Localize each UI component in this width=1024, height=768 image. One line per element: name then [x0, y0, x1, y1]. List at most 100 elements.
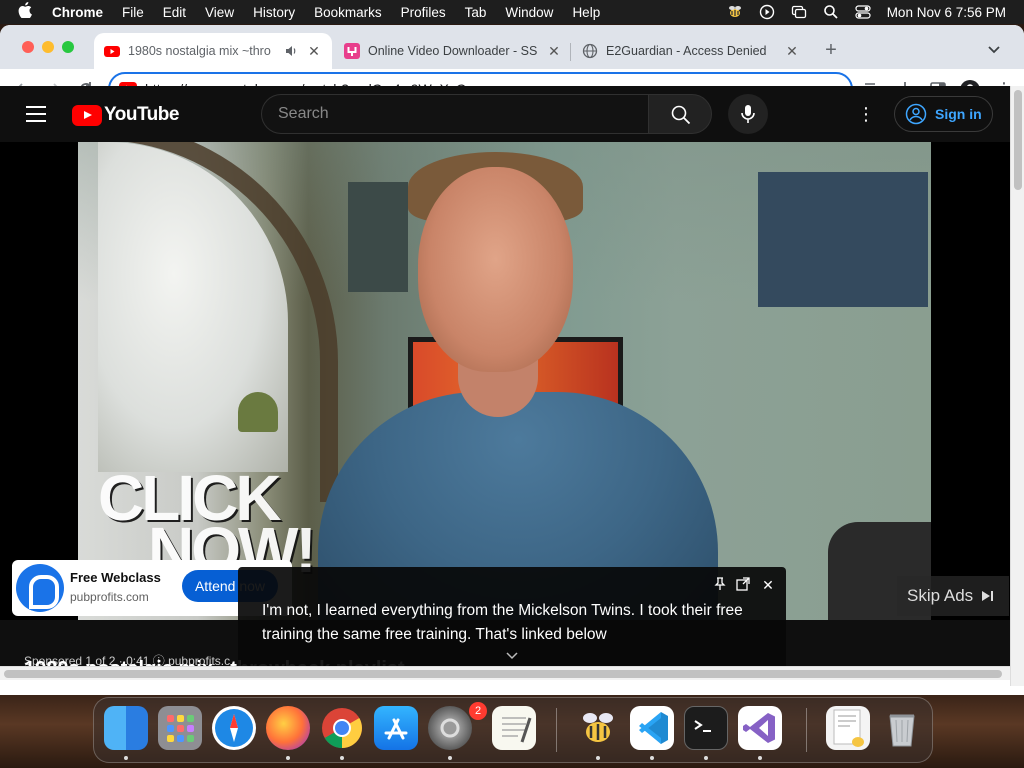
microphone-icon: [741, 105, 755, 123]
terminal-running-dot: [704, 756, 708, 760]
skip-next-icon: [982, 591, 994, 601]
menu-window[interactable]: Window: [505, 5, 553, 20]
caption-expand-chevron-icon[interactable]: [504, 649, 520, 663]
tab-e2guardian[interactable]: E2Guardian - Access Denied ✕: [572, 33, 808, 69]
skip-ads-label: Skip Ads: [907, 586, 974, 605]
tab-strip: 1980s nostalgia mix ~thro ✕ Online Video…: [0, 25, 1024, 69]
tab-title: Online Video Downloader - SS: [368, 44, 538, 58]
new-tab-button[interactable]: +: [820, 39, 842, 61]
terminal-icon[interactable]: [684, 706, 728, 750]
safari-icon[interactable]: [212, 706, 256, 750]
visual-studio-icon[interactable]: [738, 706, 782, 750]
horizontal-scrollbar-thumb[interactable]: [4, 670, 1002, 678]
video-person-head: [418, 167, 573, 372]
globe-icon: [582, 43, 598, 59]
caption-panel[interactable]: ✕ I'm not, I learned everything from the…: [238, 567, 786, 666]
tab-search-chevron-icon[interactable]: [986, 41, 1002, 57]
tab-close-icon[interactable]: ✕: [546, 43, 562, 59]
textedit-icon[interactable]: [492, 706, 536, 750]
preview-document-icon[interactable]: [826, 706, 870, 750]
settings-kebab-icon[interactable]: ⋮: [856, 104, 876, 124]
vscode-running-dot: [650, 756, 654, 760]
menubar-clock[interactable]: Mon Nov 6 7:56 PM: [887, 5, 1006, 20]
skip-ads-button[interactable]: Skip Ads: [897, 576, 1009, 616]
menu-history[interactable]: History: [253, 5, 295, 20]
tab-title: 1980s nostalgia mix ~thro: [128, 44, 271, 58]
media-play-icon[interactable]: [759, 4, 775, 20]
horizontal-scrollbar[interactable]: [0, 666, 1010, 680]
finder-running-dot: [124, 756, 128, 760]
voice-search-button[interactable]: [728, 94, 768, 134]
settings-running-dot: [448, 756, 452, 760]
popout-icon[interactable]: [735, 577, 751, 593]
control-center-icon[interactable]: [855, 4, 871, 20]
video-player[interactable]: CLICK NOW! Free Webclass pubprofits.com …: [0, 142, 1010, 666]
launchpad-icon[interactable]: [158, 706, 202, 750]
youtube-logo[interactable]: YouTube: [72, 104, 179, 126]
menu-file[interactable]: File: [122, 5, 144, 20]
ssyoutube-icon: [344, 43, 360, 59]
cyberduck-bee-icon[interactable]: [576, 706, 620, 750]
spotlight-search-icon[interactable]: [823, 4, 839, 20]
app-store-icon[interactable]: [374, 706, 418, 750]
firefox-icon[interactable]: [266, 706, 310, 750]
youtube-logo-text: YouTube: [104, 104, 179, 125]
zoom-window-button[interactable]: [62, 41, 74, 53]
dock-separator: [556, 708, 557, 752]
system-settings-icon[interactable]: [428, 706, 472, 750]
video-wall-art: [758, 172, 928, 307]
sign-in-button[interactable]: Sign in: [894, 96, 993, 132]
menu-help[interactable]: Help: [572, 5, 600, 20]
vscode-icon[interactable]: [630, 706, 674, 750]
bee-status-icon[interactable]: [727, 4, 743, 20]
guide-menu-icon[interactable]: [26, 106, 46, 122]
search-input[interactable]: [278, 105, 578, 123]
pin-icon[interactable]: [712, 577, 728, 593]
youtube-header: YouTube ⋮ Sign in: [0, 86, 1010, 142]
pubprofits-logo-icon: [16, 564, 64, 612]
video-plant: [238, 392, 278, 432]
search-icon: [671, 105, 691, 125]
vertical-scrollbar-thumb[interactable]: [1014, 90, 1022, 190]
chrome-icon[interactable]: [320, 706, 364, 750]
finder-icon[interactable]: [104, 706, 148, 750]
chrome-running-dot: [340, 756, 344, 760]
ad-domain: pubprofits.com: [70, 590, 149, 604]
vertical-scrollbar[interactable]: [1010, 86, 1024, 686]
close-captions-icon[interactable]: ✕: [760, 577, 776, 593]
menu-app-name[interactable]: Chrome: [52, 5, 103, 20]
menu-bookmarks[interactable]: Bookmarks: [314, 5, 382, 20]
tab-divider: [570, 43, 571, 61]
close-window-button[interactable]: [22, 41, 34, 53]
menu-edit[interactable]: Edit: [163, 5, 186, 20]
account-circle-icon: [905, 103, 927, 125]
youtube-page: YouTube ⋮ Sign in: [0, 86, 1010, 666]
apple-menu-icon[interactable]: [18, 2, 36, 22]
caption-text: I'm not, I learned everything from the M…: [262, 602, 743, 643]
dock: 2: [93, 697, 933, 763]
youtube-icon: [104, 46, 120, 57]
video-painting: [348, 182, 408, 292]
tab-video-downloader[interactable]: Online Video Downloader - SS ✕: [334, 33, 570, 69]
tab-audio-icon[interactable]: [284, 44, 298, 58]
menu-bar: Chrome File Edit View History Bookmarks …: [0, 0, 1024, 24]
tab-youtube[interactable]: 1980s nostalgia mix ~thro ✕: [94, 33, 332, 69]
search-button[interactable]: [648, 94, 712, 134]
tab-close-icon[interactable]: ✕: [306, 43, 322, 59]
menu-tab[interactable]: Tab: [465, 5, 487, 20]
firefox-running-dot: [286, 756, 290, 760]
minimize-window-button[interactable]: [42, 41, 54, 53]
search-box: [261, 94, 649, 134]
ad-title: Free Webclass: [70, 570, 161, 585]
sign-in-label: Sign in: [935, 106, 982, 122]
tab-title: E2Guardian - Access Denied: [606, 44, 767, 58]
screen-mirroring-icon[interactable]: [791, 4, 807, 20]
cyberduck-running-dot: [596, 756, 600, 760]
youtube-play-logo-icon: [72, 104, 102, 126]
menu-view[interactable]: View: [205, 5, 234, 20]
settings-notification-badge: 2: [469, 702, 487, 720]
tab-close-icon[interactable]: ✕: [784, 43, 800, 59]
trash-icon[interactable]: [880, 706, 924, 750]
menu-profiles[interactable]: Profiles: [401, 5, 446, 20]
dock-separator: [806, 708, 807, 752]
